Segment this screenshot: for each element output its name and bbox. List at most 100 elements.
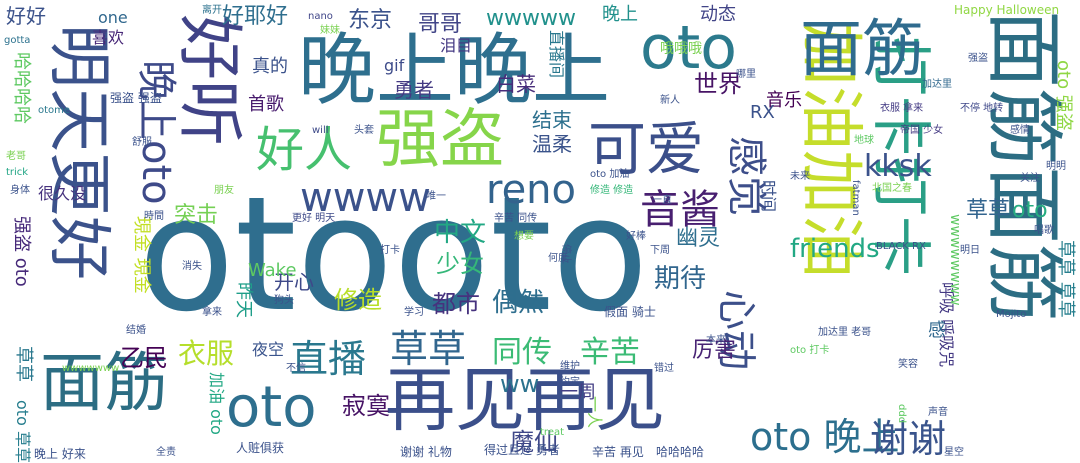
word-weilai: 未来 [790, 171, 810, 182]
word-qiangdao-small: 强盗 [968, 53, 988, 64]
word-yiren: 一人 [585, 396, 604, 429]
word-xinku: 辛苦 [580, 335, 640, 370]
word-hahahaha-bottom: 哈哈哈哈 [656, 445, 705, 459]
word-shijian-trad: 時間 [144, 211, 164, 222]
word-shaonu: 少女 [436, 250, 484, 278]
word-hahahaha: 哈哈哈哈 [11, 52, 32, 124]
word-xiangyao: 想要 [514, 231, 534, 242]
word-shenti: 身体 [10, 185, 30, 196]
word-renzangjuhuo: 人赃俱获 [236, 441, 285, 455]
word-haoren: 好人 [256, 122, 353, 178]
word-ww: ww [500, 370, 540, 398]
word-wwwwwww: wwwwwww [62, 363, 120, 374]
word-mojito: Mojito [996, 309, 1027, 320]
word-haoyehao: 好耶好 [222, 4, 289, 29]
word-xiaorong: 笑容 [898, 359, 918, 370]
word-jiehun: 结婚 [126, 325, 146, 336]
word-wwww: wwww [300, 175, 431, 221]
word-gotta: gotta [4, 35, 31, 46]
word-benlai: 本来 [706, 335, 726, 346]
word-xianjin: 現金 現金 [131, 216, 152, 294]
word-oto-bottom: oto [226, 375, 317, 440]
word-ouran: 偶然 [492, 288, 545, 318]
word-qiangdao-oto: 强盗 oto [11, 216, 32, 287]
word-yekong: 夜空 [252, 340, 285, 359]
word-wwwww: wwwww [486, 6, 576, 31]
word-weihu: 维护 [560, 361, 580, 372]
word-caocao-right: 草草 [966, 198, 1011, 223]
word-yifu: 衣服 [178, 337, 235, 370]
word-genghao-mingtian: 更好 明天 [292, 213, 336, 224]
word-shijie: 世界 [694, 70, 742, 98]
word-wanshang-small: 晚上 [602, 4, 638, 25]
word-yifu-nalai: 衣服 拿来 [880, 103, 924, 114]
word-mingri: 明日 [960, 245, 980, 256]
word-jiayou-oto: 加油 oto [207, 372, 226, 435]
word-zuotian: 昨天 [233, 282, 254, 318]
word-zhende: 真的 [252, 56, 288, 77]
word-goutou: 狗头 [274, 295, 294, 306]
word-rx: RX [750, 102, 775, 123]
word-xinku-tongchuan: 辛苦 同传 [494, 213, 538, 224]
word-oto-right: oto [1012, 198, 1048, 223]
word-yongzhe: 勇者 [394, 78, 434, 102]
word-jiamian-qishi: 假面 骑士 [604, 305, 656, 319]
word-oto-jiayou: oto 加油 [590, 169, 630, 180]
word-haohao: 好好 [6, 4, 46, 28]
word-xinku-zaijian: 辛苦 再见 [592, 445, 644, 459]
word-mianjin-top: 面筋 [800, 12, 925, 85]
word-toutao: 头套 [354, 125, 374, 136]
word-xihuan: 喜欢 [92, 28, 125, 47]
word-diguo-shaonu: 帝国 少女 [900, 125, 944, 136]
word-xiaoshi: 消失 [182, 261, 202, 272]
word-gif: gif [384, 56, 405, 75]
word-zhibojian: 直播间 [547, 30, 566, 79]
word-buting-dizhuan: 不停 地转 [960, 103, 1004, 114]
word-weiyi: 唯一 [426, 191, 446, 202]
word-daka-small: 打卡 [380, 245, 400, 256]
word-xuexi: 学习 [404, 307, 424, 318]
word-wanshang-oto: 晚上oto [133, 60, 179, 205]
word-jiadali: 加达里 [922, 79, 952, 90]
word-beiguozhichun: 北国之春 [872, 183, 912, 194]
word-gan: 感 [928, 320, 946, 341]
word-likai: 离开 [202, 5, 222, 16]
word-jimo: 寂寞 [342, 392, 390, 420]
word-xiexie-liwu: 谢谢 礼物 [400, 445, 452, 459]
word-dongtai: 动态 [700, 4, 736, 25]
word-zhongwen: 中文 [434, 218, 487, 248]
word-leimu: 泪目 [440, 36, 473, 55]
word-qidai: 期待 [654, 264, 707, 294]
word-reno: reno [486, 167, 576, 213]
word-xiexie: 谢谢 [870, 417, 947, 461]
word-yueding: 约定 [560, 377, 580, 388]
word-cuoguo: 错过 [654, 363, 674, 374]
word-youling: 幽灵 [676, 226, 721, 251]
word-xiuzao: 修造 [334, 286, 382, 314]
word-buxin: 不信 [286, 363, 306, 374]
word-ddd: ddd [896, 404, 907, 424]
word-laoge: 老哥 [6, 151, 26, 162]
word-wake: Wake [248, 260, 297, 281]
word-oto-caocao: oto 草草 [13, 400, 32, 463]
word-nali: 哪里 [736, 69, 756, 80]
word-dongjing: 东京 [348, 8, 393, 33]
word-yizhi: 一直 [652, 195, 672, 206]
word-black-rx: BLACK RX [876, 241, 926, 252]
word-happy-halloween: Happy Halloween [954, 3, 1060, 17]
word-caocao: 草草 [390, 327, 467, 371]
word-wwwwwwww: wwwwwwww [947, 214, 963, 306]
word-qiangdao-qiangdao: 强盗 强盗 [110, 91, 162, 105]
word-haobang: 好棒 [626, 231, 646, 242]
word-oooo: 哦哦哦 [660, 41, 702, 57]
word-mingming: 明明 [1046, 161, 1066, 172]
word-will: will [312, 125, 329, 136]
word-nano: nano [308, 11, 333, 22]
word-oto-qiangdao: oto 强盗 [1053, 60, 1074, 131]
word-haoting: 好听 [171, 14, 248, 146]
word-otome: otome [38, 105, 71, 116]
word-xingkong: 星空 [944, 447, 964, 458]
word-dushi: 都市 [432, 290, 480, 318]
word-cloud: otooto 面筋面筋 晚上晚上 再见再见 明天更好 好听 加油加油 打卡打卡 … [0, 0, 1080, 463]
word-wanshang-haolai: 晚上 好来 [34, 447, 86, 461]
